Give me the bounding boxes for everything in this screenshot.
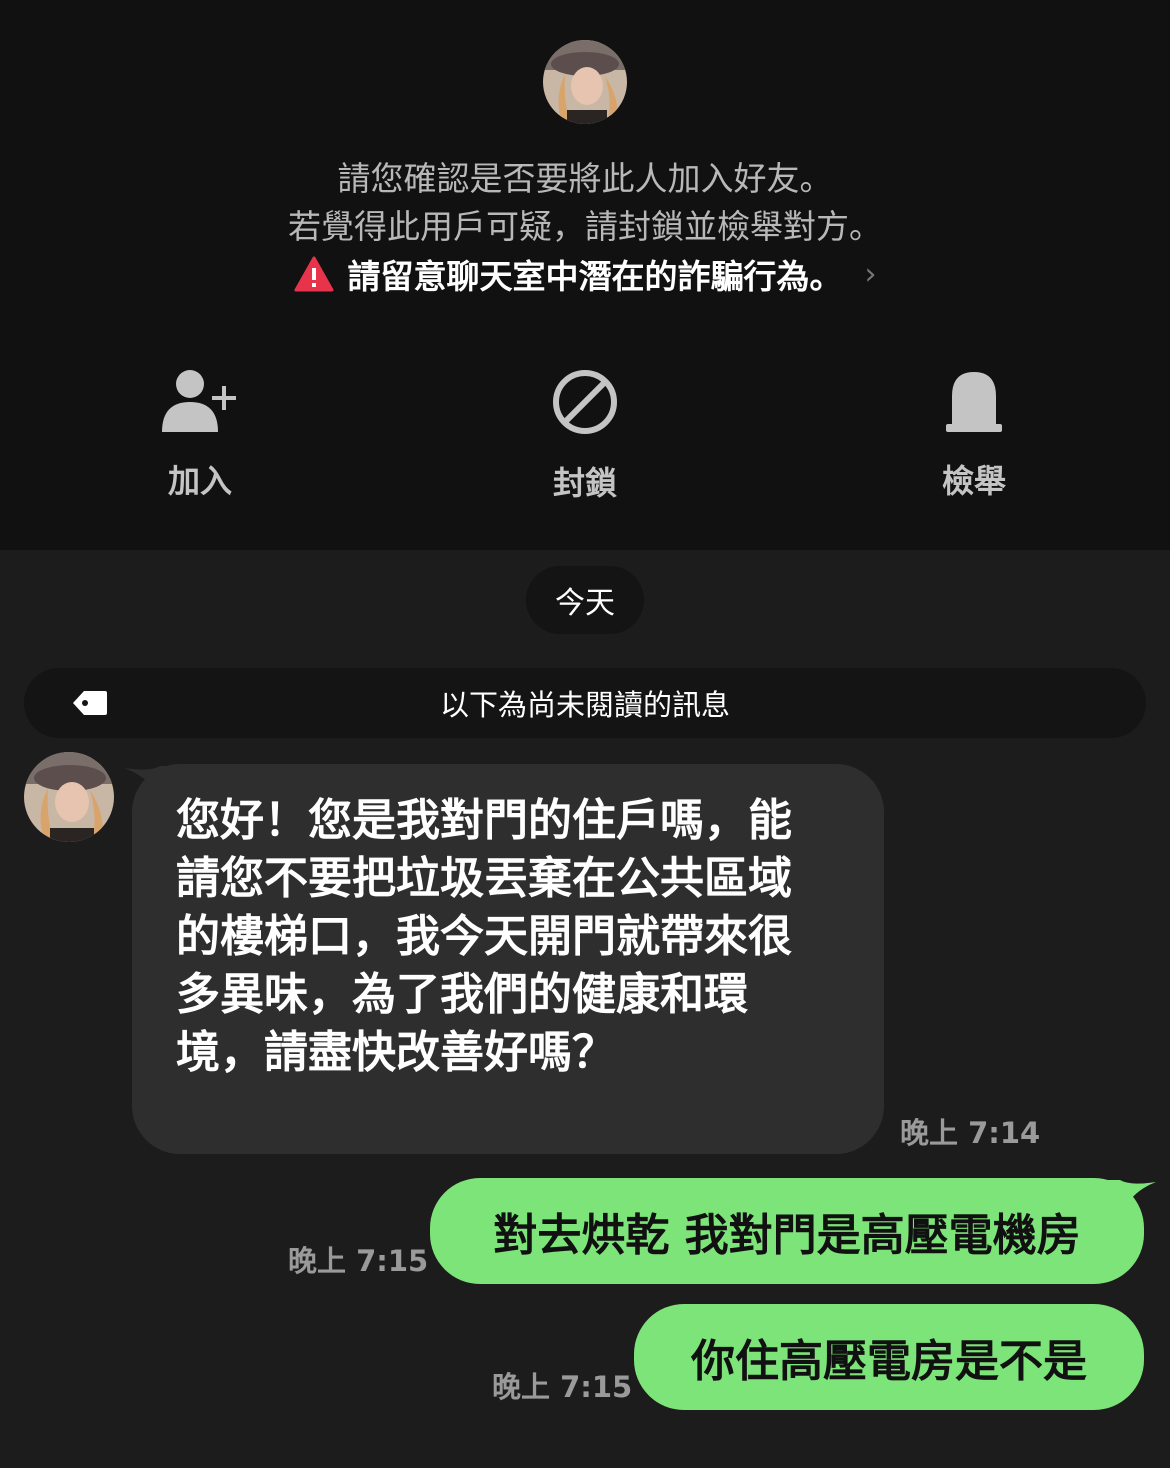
message-timestamp: 晚上 7:15 [492,1370,633,1404]
message-line: 境，請盡快改善好嗎？ [176,1027,616,1078]
add-friend-button[interactable]: 加入 [90,368,310,502]
add-friend-icon [162,370,236,432]
sender-avatar[interactable] [24,752,114,842]
incoming-message-bubble[interactable]: 您好！您是我對門的住戶嗎，能 請您不要把垃圾丟棄在公共區域 的樓梯口，我今天開門… [132,764,884,1154]
block-button[interactable]: 封鎖 [475,368,695,504]
message-line: 多異味，為了我們的健康和環 [176,969,748,1020]
report-label: 檢舉 [941,462,1006,500]
date-divider: 今天 [526,566,644,634]
contact-avatar[interactable] [543,40,627,124]
suspicious-user-notice: 若覺得此用戶可疑，請封鎖並檢舉對方。 [288,207,882,246]
message-timestamp: 晚上 7:15 [288,1244,429,1278]
message-text: 你住高壓電房是不是 [691,1336,1087,1387]
scam-warning-link[interactable]: 請留意聊天室中潛在的詐騙行為。 › [0,250,1170,298]
tag-icon [73,691,107,715]
outgoing-message-bubble[interactable]: 你住高壓電房是不是 [634,1304,1144,1410]
message-line: 您好！您是我對門的住戶嗎，能 [176,795,792,846]
friend-request-panel: 請您確認是否要將此人加入好友。 若覺得此用戶可疑，請封鎖並檢舉對方。 請留意聊天… [0,0,1170,550]
message-line: 請您不要把垃圾丟棄在公共區域 [176,853,792,904]
report-icon [946,372,1002,432]
block-label: 封鎖 [552,464,617,502]
unread-divider: 以下為尚未閱讀的訊息 [24,668,1146,738]
block-icon [553,370,617,434]
add-friend-label: 加入 [167,462,232,500]
confirm-add-notice: 請您確認是否要將此人加入好友。 [337,159,833,198]
message-line: 的樓梯口，我今天開門就帶來很 [176,911,792,962]
chevron-right-icon: › [864,256,877,292]
outgoing-message-bubble[interactable]: 對去烘乾 我對門是高壓電機房 [430,1178,1144,1284]
message-text: 對去烘乾 我對門是高壓電機房 [493,1210,1081,1261]
warning-icon [294,256,333,292]
message-timestamp: 晚上 7:14 [900,1116,1041,1150]
report-button[interactable]: 檢舉 [864,368,1084,502]
unread-divider-text: 以下為尚未閱讀的訊息 [439,688,730,722]
scam-warning-text: 請留意聊天室中潛在的詐騙行為。 [347,257,843,296]
